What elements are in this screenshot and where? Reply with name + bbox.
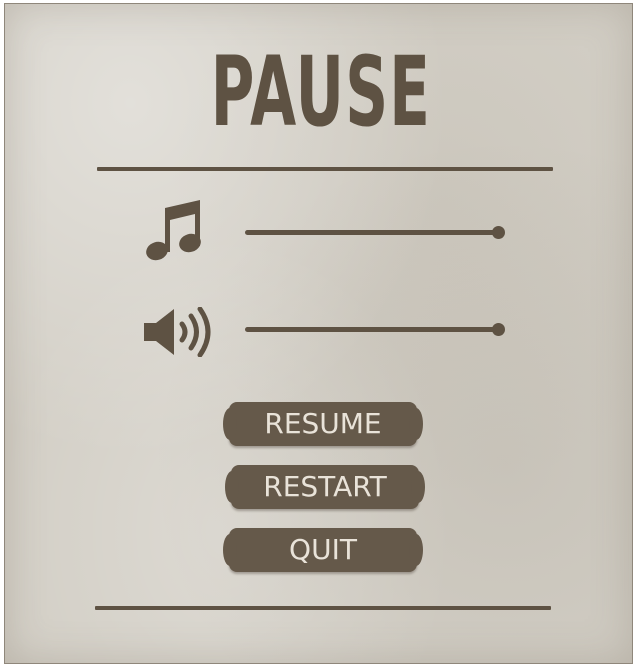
pause-title: PAUSE (210, 36, 432, 148)
sfx-volume-handle[interactable] (492, 323, 505, 336)
bottom-divider (95, 606, 551, 610)
resume-button-label: RESUME (264, 407, 382, 440)
music-note-icon (146, 200, 201, 261)
speaker-volume-icon (144, 307, 211, 357)
quit-button-label: QUIT (289, 533, 357, 566)
music-volume-slider[interactable] (245, 225, 505, 239)
sfx-volume-track (245, 327, 499, 332)
music-volume-track (245, 230, 499, 235)
top-divider (97, 167, 553, 171)
pause-menu-panel: PAUSE RESUME RESTART QUIT (4, 3, 633, 664)
sfx-volume-slider[interactable] (245, 322, 505, 336)
resume-button[interactable]: RESUME (223, 402, 423, 446)
restart-button-label: RESTART (263, 470, 387, 503)
restart-button[interactable]: RESTART (225, 465, 425, 509)
quit-button[interactable]: QUIT (223, 528, 423, 572)
music-volume-handle[interactable] (492, 226, 505, 239)
